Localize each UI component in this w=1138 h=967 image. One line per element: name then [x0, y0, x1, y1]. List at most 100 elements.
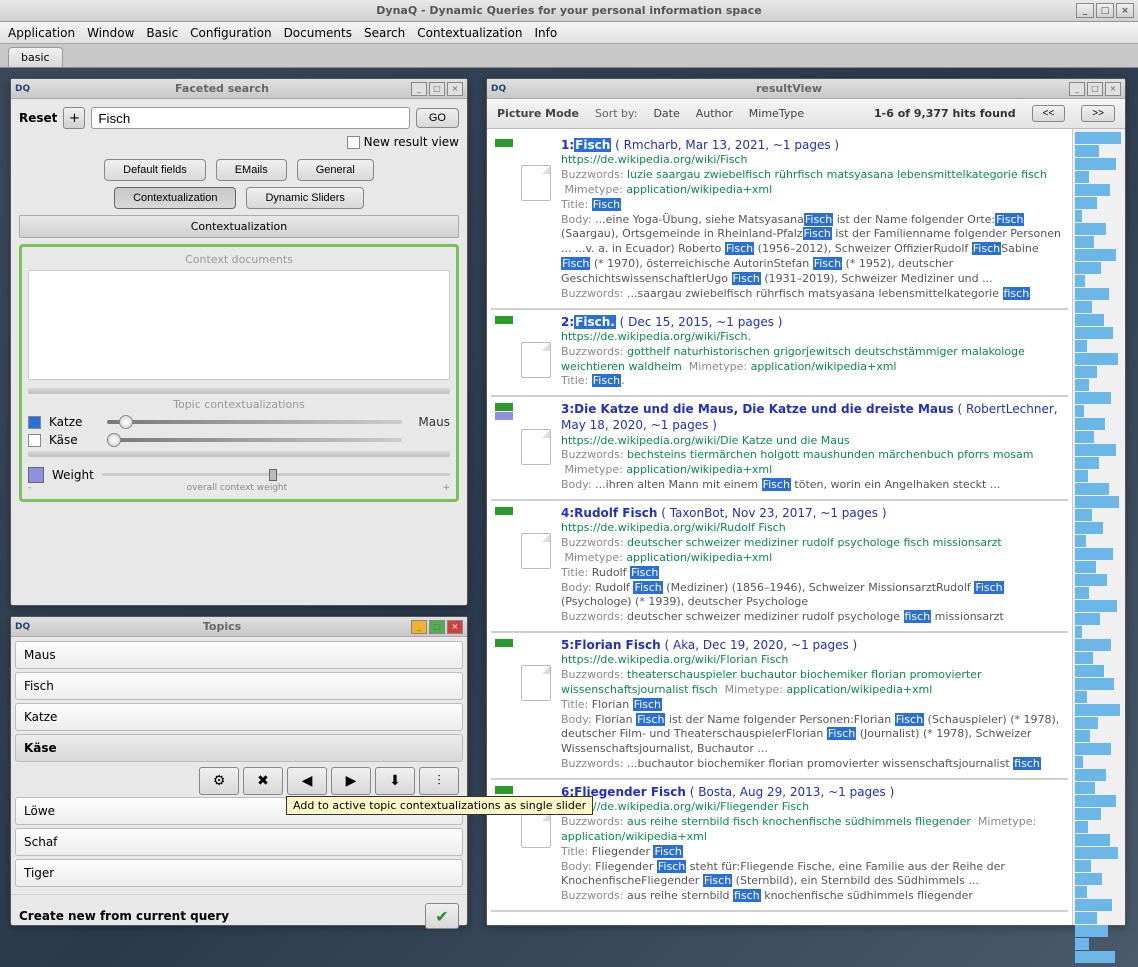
histogram-bar[interactable]	[1075, 678, 1114, 690]
topic-item[interactable]: Katze	[15, 703, 463, 731]
contextualization-button[interactable]: Contextualization	[114, 187, 236, 209]
histogram-bar[interactable]	[1075, 899, 1112, 911]
topic-item[interactable]: Schaf	[15, 828, 463, 856]
histogram-bar[interactable]	[1075, 275, 1085, 287]
histogram-bar[interactable]	[1075, 496, 1119, 508]
histogram-bar[interactable]	[1075, 470, 1088, 482]
menu-application[interactable]: Application	[8, 26, 75, 40]
panel-minimize-icon[interactable]: _	[411, 82, 427, 96]
histogram-bar[interactable]	[1075, 951, 1115, 963]
histogram-bar[interactable]	[1075, 132, 1121, 144]
histogram-bar[interactable]	[1075, 288, 1109, 300]
histogram-bar[interactable]	[1075, 847, 1118, 859]
histogram-bar[interactable]	[1075, 145, 1099, 157]
panel-minimize-icon[interactable]: _	[1069, 82, 1085, 96]
sort-mimetype[interactable]: MimeType	[749, 107, 804, 120]
new-result-view-checkbox[interactable]	[347, 136, 360, 149]
histogram-bar[interactable]	[1075, 561, 1096, 573]
histogram-bar[interactable]	[1075, 340, 1087, 352]
histogram-bar[interactable]	[1075, 327, 1113, 339]
result-title[interactable]: 6:Fliegender Fisch ( Bosta, Aug 29, 2013…	[561, 784, 1064, 800]
histogram-sidebar[interactable]	[1073, 129, 1125, 925]
general-button[interactable]: General	[297, 159, 374, 181]
result-title[interactable]: 3:Die Katze und die Maus, Die Katze und …	[561, 401, 1064, 433]
histogram-bar[interactable]	[1075, 626, 1082, 638]
histogram-bar[interactable]	[1075, 652, 1093, 664]
default-fields-button[interactable]: Default fields	[104, 159, 206, 181]
histogram-bar[interactable]	[1075, 587, 1089, 599]
weight-slider[interactable]	[102, 465, 450, 485]
result-item[interactable]: 2:Fisch. ( Dec 15, 2015, ~1 pages )https…	[491, 310, 1068, 398]
reset-label[interactable]: Reset	[19, 111, 57, 125]
next-page-button[interactable]: >>	[1081, 105, 1115, 122]
histogram-bar[interactable]	[1075, 873, 1102, 885]
menu-basic[interactable]: Basic	[146, 26, 178, 40]
result-url[interactable]: https://de.wikipedia.org/wiki/Fliegender…	[561, 800, 1064, 815]
histogram-bar[interactable]	[1075, 405, 1084, 417]
histogram-bar[interactable]	[1075, 197, 1097, 209]
histogram-bar[interactable]	[1075, 457, 1099, 469]
result-item[interactable]: 5:Florian Fisch ( Aka, Dec 19, 2020, ~1 …	[491, 633, 1068, 780]
histogram-bar[interactable]	[1075, 691, 1087, 703]
histogram-bar[interactable]	[1075, 925, 1108, 937]
topic-item[interactable]: Fisch	[15, 672, 463, 700]
histogram-bar[interactable]	[1075, 392, 1111, 404]
go-button[interactable]: GO	[416, 108, 459, 128]
histogram-bar[interactable]	[1075, 717, 1098, 729]
result-title[interactable]: 1:Fisch ( Rmcharb, Mar 13, 2021, ~1 page…	[561, 137, 1064, 153]
histogram-bar[interactable]	[1075, 782, 1095, 794]
close-icon[interactable]: ×	[1116, 3, 1134, 18]
result-title[interactable]: 2:Fisch. ( Dec 15, 2015, ~1 pages )	[561, 314, 1064, 330]
histogram-bar[interactable]	[1075, 418, 1105, 430]
histogram-bar[interactable]	[1075, 535, 1086, 547]
histogram-bar[interactable]	[1075, 548, 1113, 560]
kaese-checkbox[interactable]	[28, 434, 41, 447]
search-input[interactable]	[91, 107, 409, 129]
maximize-icon[interactable]: □	[1096, 3, 1114, 18]
histogram-bar[interactable]	[1075, 795, 1116, 807]
result-item[interactable]: 3:Die Katze und die Maus, Die Katze und …	[491, 397, 1068, 501]
histogram-bar[interactable]	[1075, 158, 1116, 170]
histogram-bar[interactable]	[1075, 613, 1100, 625]
histogram-bar[interactable]	[1075, 743, 1111, 755]
picture-mode-button[interactable]: Picture Mode	[497, 107, 579, 120]
dynamic-sliders-button[interactable]: Dynamic Sliders	[246, 187, 363, 209]
confirm-create-button[interactable]: ✔	[425, 903, 459, 929]
histogram-bar[interactable]	[1075, 301, 1092, 313]
histogram-bar[interactable]	[1075, 314, 1104, 326]
add-query-button[interactable]: +	[63, 107, 85, 129]
katze-maus-slider[interactable]	[107, 415, 402, 429]
result-title[interactable]: 4:Rudolf Fisch ( TaxonBot, Nov 23, 2017,…	[561, 505, 1064, 521]
topic-item[interactable]: Tiger	[15, 859, 463, 887]
histogram-bar[interactable]	[1075, 249, 1116, 261]
histogram-bar[interactable]	[1075, 223, 1106, 235]
menu-search[interactable]: Search	[364, 26, 405, 40]
histogram-bar[interactable]	[1075, 509, 1092, 521]
result-item[interactable]: 4:Rudolf Fisch ( TaxonBot, Nov 23, 2017,…	[491, 501, 1068, 633]
katze-checkbox[interactable]	[28, 416, 41, 429]
gear-icon[interactable]: ⚙	[199, 767, 239, 795]
histogram-bar[interactable]	[1075, 886, 1087, 898]
result-url[interactable]: https://de.wikipedia.org/wiki/Die Katze …	[561, 434, 1064, 449]
prev-page-button[interactable]: <<	[1032, 105, 1066, 122]
sort-date[interactable]: Date	[653, 107, 679, 120]
histogram-bar[interactable]	[1075, 483, 1109, 495]
histogram-bar[interactable]	[1075, 262, 1101, 274]
result-url[interactable]: https://de.wikipedia.org/wiki/Florian Fi…	[561, 653, 1064, 668]
result-url[interactable]: https://de.wikipedia.org/wiki/Rudolf Fis…	[561, 521, 1064, 536]
slider-left-icon[interactable]: ◀	[287, 767, 327, 795]
panel-maximize-icon[interactable]: □	[429, 620, 445, 634]
histogram-bar[interactable]	[1075, 210, 1082, 222]
panel-close-icon[interactable]: ×	[447, 620, 463, 634]
histogram-bar[interactable]	[1075, 665, 1104, 677]
topic-item[interactable]: Maus	[15, 641, 463, 669]
sort-author[interactable]: Author	[696, 107, 733, 120]
panel-maximize-icon[interactable]: □	[429, 82, 445, 96]
histogram-bar[interactable]	[1075, 834, 1110, 846]
kaese-slider[interactable]	[107, 433, 402, 447]
histogram-bar[interactable]	[1075, 444, 1116, 456]
merge-icon[interactable]: ⬇	[375, 767, 415, 795]
panel-maximize-icon[interactable]: □	[1087, 82, 1103, 96]
panel-close-icon[interactable]: ×	[447, 82, 463, 96]
histogram-bar[interactable]	[1075, 912, 1097, 924]
